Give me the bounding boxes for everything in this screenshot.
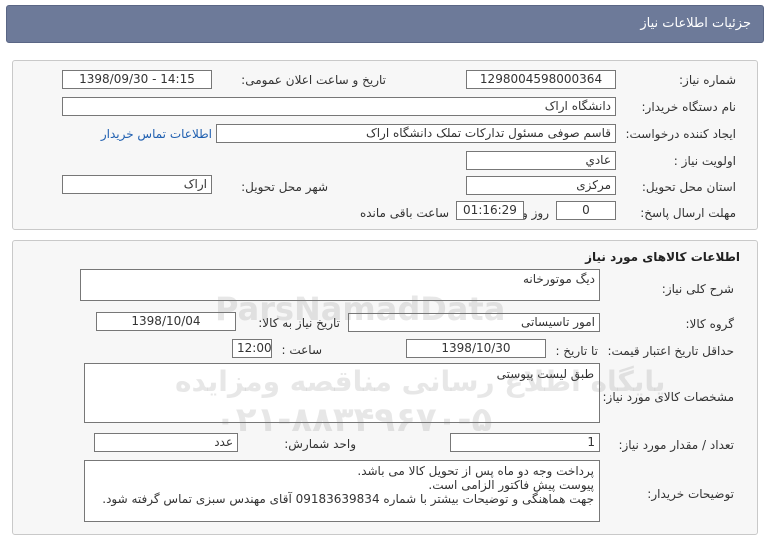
buyer-notes-label: توضیحات خریدار: [647, 487, 734, 501]
creator-field[interactable]: قاسم صوفی مسئول تدارکات تملک دانشگاه ارا… [216, 124, 616, 143]
goods-group-label: گروه کالا: [685, 317, 735, 331]
need-number-field[interactable]: 1298004598000364 [466, 70, 616, 89]
specs-field[interactable]: طبق لیست پیوستی [84, 363, 600, 423]
min-validity-label: حداقل تاریخ اعتبار قیمت: [607, 344, 734, 358]
priority-field[interactable]: عادي [466, 151, 616, 170]
announce-date-label: تاریخ و ساعت اعلان عمومی: [241, 73, 386, 87]
need-date-label: تاریخ نیاز به کالا: [258, 316, 340, 330]
buyer-contact-link[interactable]: اطلاعات تماس خریدار [101, 127, 212, 141]
until-date-field[interactable]: 1398/10/30 [406, 339, 546, 358]
priority-label: اولویت نیاز : [673, 154, 736, 168]
buyer-notes-field[interactable]: پرداخت وجه دو ماه پس از تحویل کالا می با… [84, 460, 600, 522]
deadline-time-field[interactable]: 01:16:29 [456, 201, 524, 220]
city-field[interactable]: اراک [62, 175, 212, 194]
deadline-label: مهلت ارسال پاسخ: [640, 206, 736, 220]
summary-field[interactable]: دیگ موتورخانه [80, 269, 600, 301]
buyer-note-line: جهت هماهنگی و توضیحات بیشتر با شماره 091… [102, 492, 594, 506]
days-and-label: روز و [522, 206, 549, 220]
goods-group-field[interactable]: امور تاسیساتی [348, 313, 600, 332]
province-field[interactable]: مرکزی [466, 176, 616, 195]
announce-date-field[interactable]: 1398/09/30 - 14:15 [62, 70, 212, 89]
city-label: شهر محل تحویل: [241, 180, 328, 194]
quantity-label: تعداد / مقدار مورد نیاز: [618, 438, 734, 452]
buyer-org-field[interactable]: دانشگاه اراک [62, 97, 616, 116]
need-number-label: شماره نیاز: [679, 73, 736, 87]
creator-label: ایجاد کننده درخواست: [625, 127, 736, 141]
validity-time-label: ساعت : [281, 343, 322, 357]
validity-time-field[interactable]: 12:00 [232, 339, 272, 358]
buyer-note-line: پرداخت وجه دو ماه پس از تحویل کالا می با… [357, 464, 594, 478]
summary-label: شرح کلی نیاز: [661, 282, 734, 296]
need-date-field[interactable]: 1398/10/04 [96, 312, 236, 331]
remaining-label: ساعت باقی مانده [359, 206, 449, 220]
unit-label: واحد شمارش: [284, 437, 356, 451]
specs-label: مشخصات کالای مورد نیاز: [602, 390, 734, 404]
unit-field[interactable]: عدد [94, 433, 238, 452]
buyer-note-line: پیوست پیش فاکتور الزامی است. [428, 478, 594, 492]
goods-section-title: اطلاعات کالاهای مورد نیاز [585, 250, 740, 264]
buyer-org-label: نام دستگاه خریدار: [641, 100, 737, 114]
title-bar: جزئیات اطلاعات نیاز [6, 5, 764, 43]
until-date-label: تا تاریخ : [555, 344, 598, 358]
province-label: استان محل تحویل: [641, 180, 736, 194]
quantity-field[interactable]: 1 [450, 433, 600, 452]
page-title: جزئیات اطلاعات نیاز [640, 16, 751, 31]
deadline-days-field[interactable]: 0 [556, 201, 616, 220]
